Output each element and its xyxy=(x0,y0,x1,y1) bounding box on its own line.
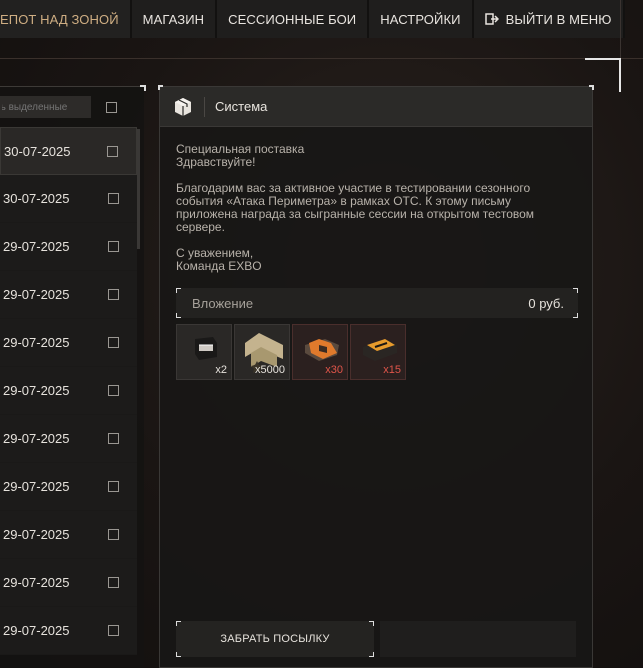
attachment-item[interactable]: x15 xyxy=(350,324,406,380)
item-quantity: x2 xyxy=(215,364,227,376)
mail-header: Система xyxy=(160,87,592,127)
nav-tab-label: ЕПОТ НАД ЗОНОЙ xyxy=(0,11,119,27)
mail-date: 29-07-2025 xyxy=(3,623,70,638)
message-sign-team: Команда EXBO xyxy=(176,259,262,273)
mail-item[interactable]: 29-07-2025 xyxy=(0,607,137,655)
filter-row xyxy=(0,87,144,127)
box-icon xyxy=(175,97,191,116)
claim-button-label: ЗАБРАТЬ ПОСЫЛКУ xyxy=(220,633,330,645)
nav-tab-report[interactable]: ЕПОТ НАД ЗОНОЙ xyxy=(0,0,132,38)
mail-date: 29-07-2025 xyxy=(3,575,70,590)
mail-checkbox[interactable] xyxy=(108,289,119,300)
mail-date: 29-07-2025 xyxy=(3,335,70,350)
mail-item[interactable]: 29-07-2025 xyxy=(0,367,137,415)
mail-item[interactable]: 29-07-2025 xyxy=(0,463,137,511)
attachment-item[interactable]: x5000 xyxy=(234,324,290,380)
mail-checkbox[interactable] xyxy=(108,433,119,444)
attachment-value: 0 руб. xyxy=(528,295,564,311)
nav-tab-label: ВЫЙТИ В МЕНЮ xyxy=(505,11,612,27)
mail-item[interactable]: 29-07-2025 xyxy=(0,559,137,607)
mail-checkbox[interactable] xyxy=(107,145,118,157)
attachment-bar: Вложение 0 руб. xyxy=(176,288,578,318)
mail-list: 30-07-2025 30-07-2025 29-07-2025 29-07-2… xyxy=(0,85,146,668)
attachment-item[interactable]: x2 xyxy=(176,324,232,380)
container-icon xyxy=(195,337,217,360)
exit-icon xyxy=(484,13,499,25)
nav-tab-label: МАГАЗИН xyxy=(142,11,205,27)
header-separator xyxy=(204,96,205,117)
mail-date: 30-07-2025 xyxy=(3,191,70,206)
mail-date: 29-07-2025 xyxy=(3,239,70,254)
mail-date: 29-07-2025 xyxy=(3,431,70,446)
header-divider xyxy=(0,58,643,59)
attachment-item[interactable]: x30 xyxy=(292,324,348,380)
orange-crate-icon xyxy=(305,339,339,361)
mail-checkbox[interactable] xyxy=(108,193,119,204)
mail-item[interactable]: 29-07-2025 xyxy=(0,271,137,319)
mail-date: 29-07-2025 xyxy=(3,527,70,542)
scrollbar[interactable] xyxy=(137,129,140,249)
message-text: Благодарим вас за активное участие в тес… xyxy=(176,181,535,234)
mail-checkbox[interactable] xyxy=(108,385,119,396)
mail-item[interactable]: 29-07-2025 xyxy=(0,223,137,271)
nav-exit-button[interactable]: ВЫЙТИ В МЕНЮ xyxy=(473,0,625,38)
mail-detail-panel: Система Специальная поставка Здравствуйт… xyxy=(158,85,594,668)
mail-checkbox[interactable] xyxy=(108,241,119,252)
mail-date: 29-07-2025 xyxy=(3,383,70,398)
corner-marker xyxy=(589,85,594,90)
mail-item[interactable]: 30-07-2025 xyxy=(0,175,137,223)
mail-item[interactable]: 29-07-2025 xyxy=(0,319,137,367)
mail-item[interactable]: 30-07-2025 xyxy=(0,127,137,175)
sender-title: Система xyxy=(215,99,268,114)
mail-item[interactable]: 29-07-2025 xyxy=(0,511,137,559)
nav-tab-shop[interactable]: МАГАЗИН xyxy=(131,0,218,38)
mail-item[interactable]: 29-07-2025 xyxy=(0,415,137,463)
item-quantity: x5000 xyxy=(255,364,285,376)
nav-tab-session-battles[interactable]: СЕССИОННЫЕ БОИ xyxy=(217,0,370,38)
button-placeholder xyxy=(380,621,576,657)
corner-marker xyxy=(158,85,163,90)
mail-checkbox[interactable] xyxy=(108,577,119,588)
corner-marker xyxy=(140,85,146,91)
nav-tab-label: НАСТРОЙКИ xyxy=(380,11,461,27)
mail-checkbox[interactable] xyxy=(108,337,119,348)
mail-date: 30-07-2025 xyxy=(4,143,71,159)
claim-package-button[interactable]: ЗАБРАТЬ ПОСЫЛКУ xyxy=(176,621,374,657)
item-quantity: x30 xyxy=(325,364,343,376)
mail-checkbox[interactable] xyxy=(108,529,119,540)
attachment-items: x2 x5000 x30 x15 xyxy=(176,324,406,380)
mail-checkbox[interactable] xyxy=(108,625,119,636)
top-nav: ЕПОТ НАД ЗОНОЙ МАГАЗИН СЕССИОННЫЕ БОИ НА… xyxy=(0,0,625,38)
attachment-label: Вложение xyxy=(192,295,254,311)
mail-date: 29-07-2025 xyxy=(3,287,70,302)
mail-date: 29-07-2025 xyxy=(3,479,70,494)
gold-crate-icon xyxy=(363,339,397,361)
nav-tab-settings[interactable]: НАСТРОЙКИ xyxy=(369,0,474,38)
item-quantity: x15 xyxy=(383,364,401,376)
message-body: Специальная поставка Здравствуйте! Благо… xyxy=(160,127,540,273)
nav-tab-label: СЕССИОННЫЕ БОИ xyxy=(228,11,357,27)
mail-checkbox[interactable] xyxy=(108,481,119,492)
message-greeting: Здравствуйте! xyxy=(176,155,256,169)
select-all-checkbox[interactable] xyxy=(106,101,117,113)
delete-selected-field[interactable] xyxy=(0,96,91,118)
